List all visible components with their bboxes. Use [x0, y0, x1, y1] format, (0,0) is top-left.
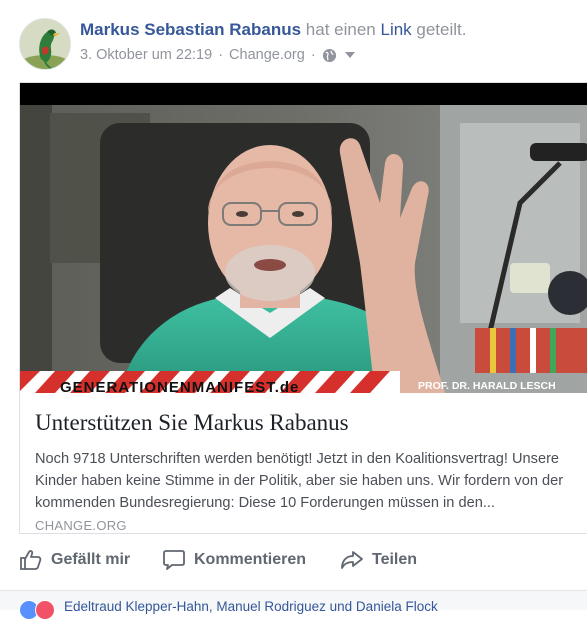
post-meta: 3. Oktober um 22:19 · Change.org · [80, 47, 355, 63]
share-icon [341, 551, 363, 569]
link-card-title[interactable]: Unterstützen Sie Markus Rabanus [35, 410, 349, 436]
link-card-source: CHANGE.ORG [35, 518, 127, 533]
action-prefix: hat einen [301, 20, 381, 39]
globe-icon[interactable] [322, 48, 337, 63]
share-button[interactable]: Teilen [340, 548, 417, 572]
author-name[interactable]: Markus Sebastian Rabanus [80, 20, 301, 39]
action-suffix: geteilt. [411, 20, 467, 39]
separator: · [218, 47, 224, 63]
comment-button[interactable]: Kommentieren [162, 548, 306, 572]
thumbs-up-icon [20, 550, 42, 570]
audience-dropdown-icon[interactable] [344, 52, 355, 58]
video-thumbnail[interactable]: GENERATIONENMANIFEST.de PROF. DR. HARALD… [20, 83, 587, 393]
separator: · [310, 47, 316, 63]
avatar[interactable] [19, 18, 71, 70]
banner-text: GENERATIONENMANIFEST.de [60, 379, 299, 393]
like-label: Gefällt mir [51, 551, 131, 568]
video-caption: PROF. DR. HARALD LESCH [418, 380, 556, 392]
post-actions: Gefällt mir Kommentieren Teilen [0, 534, 587, 590]
like-button[interactable]: Gefällt mir [19, 548, 130, 572]
timestamp[interactable]: 3. Oktober um 22:19 [80, 47, 212, 63]
comment-icon [163, 550, 185, 570]
love-reaction-icon [35, 600, 55, 620]
link-card-description: Noch 9718 Unterschriften werden benötigt… [35, 451, 564, 511]
comment-label: Kommentieren [194, 551, 307, 568]
share-label: Teilen [372, 551, 418, 568]
link-card-body[interactable]: Unterstützen Sie Markus Rabanus Noch 971… [20, 393, 587, 535]
reaction-names[interactable]: Edeltraud Klepper-Hahn, Manuel Rodriguez… [64, 599, 438, 614]
link-word[interactable]: Link [380, 20, 411, 39]
link-preview-card[interactable]: GENERATIONENMANIFEST.de PROF. DR. HARALD… [19, 82, 587, 534]
reactions-bar[interactable]: Edeltraud Klepper-Hahn, Manuel Rodriguez… [0, 591, 587, 620]
post-title: Markus Sebastian Rabanus hat einen Link … [80, 20, 466, 40]
post-header: Markus Sebastian Rabanus hat einen Link … [0, 0, 587, 80]
via-source[interactable]: Change.org [229, 47, 305, 63]
